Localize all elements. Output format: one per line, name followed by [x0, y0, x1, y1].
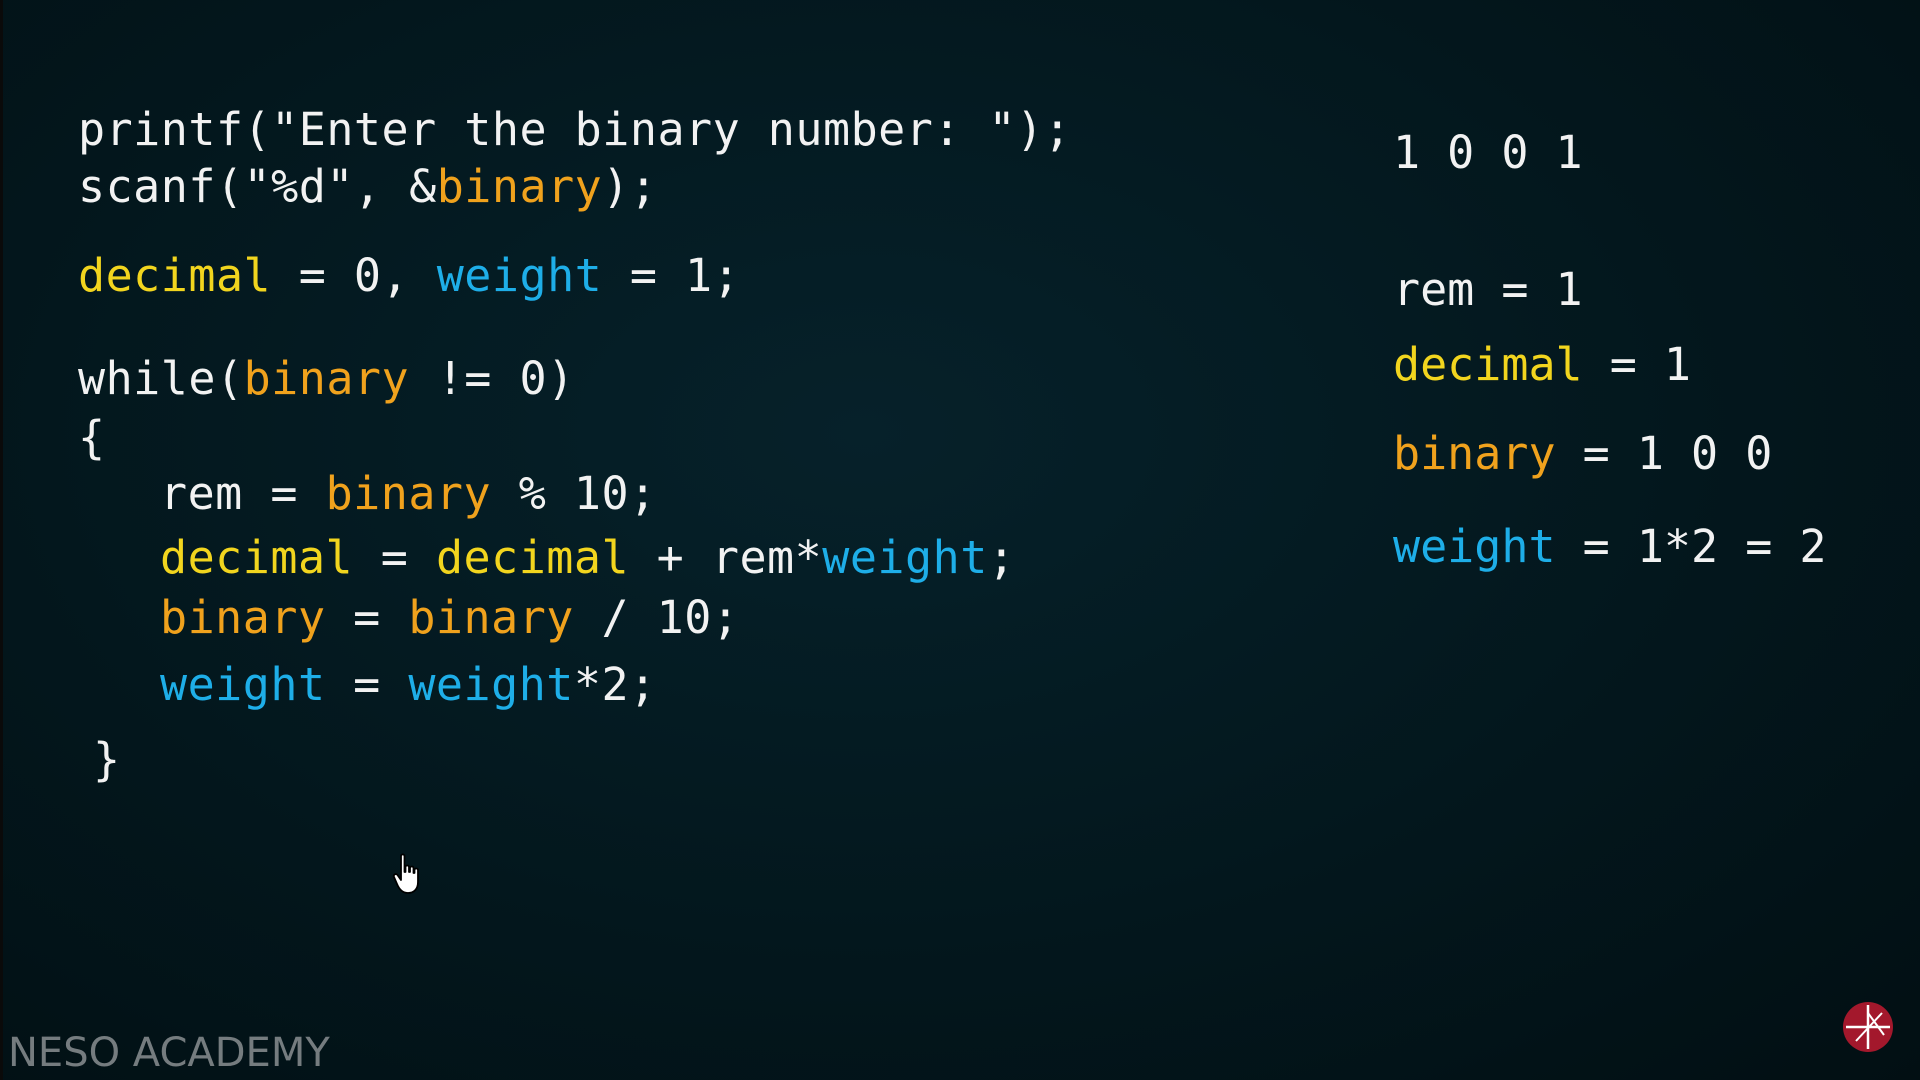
init-end: = 1;: [602, 249, 741, 302]
open-brace: {: [78, 411, 106, 464]
code-line-decimal: decimal = decimal + rem*weight;: [160, 535, 1015, 580]
weight-label: weight: [1393, 520, 1556, 573]
binary-var: binary: [408, 591, 574, 644]
decimal-var: decimal: [435, 531, 630, 584]
code-line-weight: weight = weight*2;: [160, 662, 657, 707]
rem-text: rem =: [160, 467, 326, 520]
weight-var: weight: [160, 658, 326, 711]
binary-var: binary: [160, 591, 326, 644]
binary-var: binary: [436, 160, 603, 213]
binary-label: binary: [1393, 427, 1556, 480]
decimal-var: decimal: [78, 249, 272, 302]
code-line-rem: rem = binary % 10;: [160, 471, 657, 516]
brand-watermark: NESO ACADEMY: [8, 1030, 330, 1076]
slide: printf("Enter the binary number: "); sca…: [0, 0, 1920, 1080]
assign-text: =: [353, 531, 436, 584]
hand-cursor-icon: [392, 853, 419, 894]
code-line-printf: printf("Enter the binary number: ");: [78, 107, 1071, 152]
code-line-while: while(binary != 0): [78, 356, 575, 401]
neso-logo-icon: [1843, 1002, 1893, 1052]
trace-rem: rem = 1: [1393, 267, 1583, 312]
code-line-scanf: scanf("%d", &binary);: [78, 164, 657, 209]
divide-text: / 10;: [573, 591, 740, 644]
printf-text: printf("Enter the binary number: ");: [78, 103, 1072, 156]
while-condition: != 0): [409, 352, 575, 405]
binary-value: = 1 0 0: [1555, 427, 1773, 480]
weight-var: weight: [436, 249, 603, 302]
left-edge: [0, 0, 3, 1080]
trace-input: 1 0 0 1: [1393, 130, 1583, 175]
decimal-var: decimal: [160, 531, 354, 584]
semicolon: ;: [987, 531, 1016, 584]
multiply-text: *2;: [573, 658, 657, 711]
trace-weight: weight = 1*2 = 2: [1393, 524, 1827, 569]
weight-value: = 1*2 = 2: [1555, 520, 1827, 573]
weight-var: weight: [822, 531, 988, 584]
plus-rem-text: + rem*: [629, 531, 823, 584]
assign-text: =: [325, 658, 409, 711]
input-binary-value: 1 0 0 1: [1393, 126, 1583, 179]
decimal-label: decimal: [1393, 338, 1583, 391]
scanf-text: scanf("%d", &: [78, 160, 437, 213]
rem-end: % 10;: [491, 467, 657, 520]
rem-label: rem: [1393, 263, 1475, 316]
code-line-close-brace: }: [93, 737, 121, 782]
code-line-open-brace: {: [78, 415, 106, 460]
while-keyword: while(: [78, 352, 244, 405]
assign-text: =: [325, 591, 409, 644]
weight-var: weight: [408, 658, 574, 711]
rem-value: = 1: [1474, 263, 1583, 316]
init-text: = 0,: [271, 249, 437, 302]
code-line-binary: binary = binary / 10;: [160, 595, 739, 640]
decimal-value: = 1: [1582, 338, 1692, 391]
binary-var: binary: [325, 467, 492, 520]
trace-binary: binary = 1 0 0: [1393, 431, 1772, 476]
code-line-init: decimal = 0, weight = 1;: [78, 253, 740, 298]
trace-decimal: decimal = 1: [1393, 342, 1691, 387]
close-brace: }: [93, 733, 121, 786]
binary-var: binary: [243, 352, 410, 405]
scanf-end: );: [602, 160, 658, 213]
